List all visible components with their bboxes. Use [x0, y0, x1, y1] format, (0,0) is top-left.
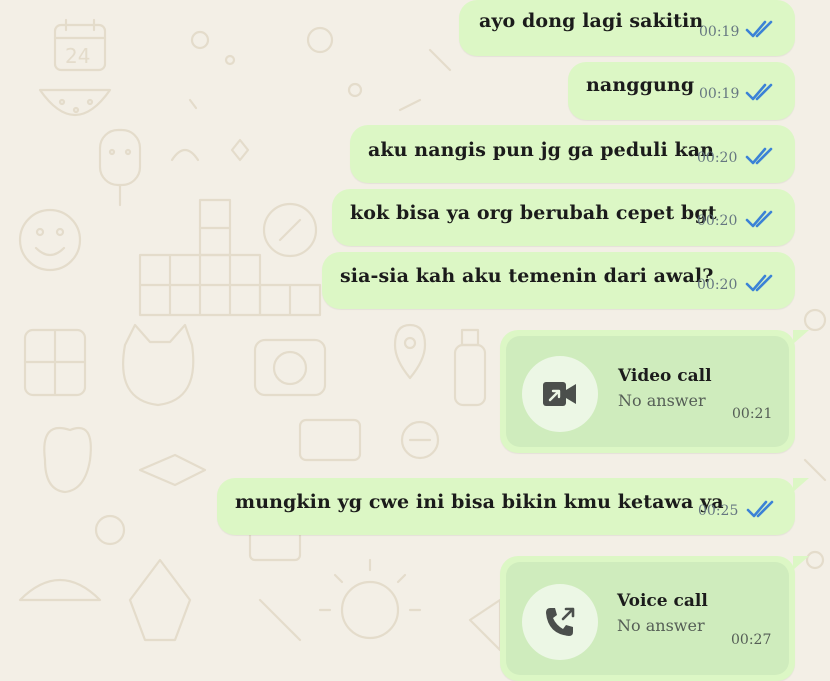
voice-call-bubble[interactable]: Voice call No answer 00:27 — [500, 556, 809, 681]
message-timestamp: 00:20 — [697, 277, 738, 293]
outgoing-message-bubble[interactable]: nanggung 00:19 — [568, 62, 795, 120]
double-check-read-icon — [745, 83, 773, 101]
message-timestamp: 00:19 — [699, 86, 740, 102]
message-text: sia-sia kah aku temenin dari awal? — [340, 265, 714, 287]
message-timestamp: 00:25 — [698, 503, 739, 519]
call-icon-circle — [522, 356, 598, 432]
double-check-read-icon — [745, 210, 773, 228]
outgoing-message-bubble[interactable]: aku nangis pun jg ga peduli kan 00:20 — [350, 125, 795, 183]
message-text: kok bisa ya org berubah cepet bgt — [350, 202, 717, 224]
call-status: No answer — [618, 391, 706, 410]
message-text: ayo dong lagi sakitin — [479, 10, 704, 32]
call-timestamp: 00:27 — [731, 632, 772, 648]
svg-text:24: 24 — [65, 44, 90, 68]
double-check-read-icon — [746, 500, 774, 518]
message-text: nanggung — [586, 74, 695, 96]
message-timestamp: 00:20 — [697, 150, 738, 166]
message-timestamp: 00:19 — [699, 24, 740, 40]
outgoing-message-bubble[interactable]: sia-sia kah aku temenin dari awal? 00:20 — [322, 252, 795, 309]
outgoing-voice-call-icon — [546, 607, 575, 636]
call-card[interactable]: Voice call No answer 00:27 — [506, 562, 789, 675]
call-icon-circle — [522, 584, 598, 660]
outgoing-message-bubble[interactable]: mungkin yg cwe ini bisa bikin kmu ketawa… — [217, 478, 809, 535]
double-check-read-icon — [745, 20, 773, 38]
message-timestamp: 00:20 — [697, 213, 738, 229]
outgoing-message-bubble[interactable]: kok bisa ya org berubah cepet bgt 00:20 — [332, 189, 795, 246]
call-title: Video call — [618, 366, 712, 386]
call-card[interactable]: Video call No answer 00:21 — [506, 336, 789, 447]
double-check-read-icon — [745, 147, 773, 165]
double-check-read-icon — [745, 274, 773, 292]
call-timestamp: 00:21 — [732, 406, 773, 422]
outgoing-message-bubble[interactable]: ayo dong lagi sakitin 00:19 — [459, 0, 795, 56]
message-text: aku nangis pun jg ga peduli kan — [368, 139, 715, 161]
video-call-bubble[interactable]: Video call No answer 00:21 — [500, 330, 809, 453]
video-call-icon — [543, 382, 576, 406]
call-status: No answer — [617, 616, 705, 635]
call-title: Voice call — [617, 591, 708, 611]
message-text: mungkin yg cwe ini bisa bikin kmu ketawa… — [235, 491, 724, 513]
